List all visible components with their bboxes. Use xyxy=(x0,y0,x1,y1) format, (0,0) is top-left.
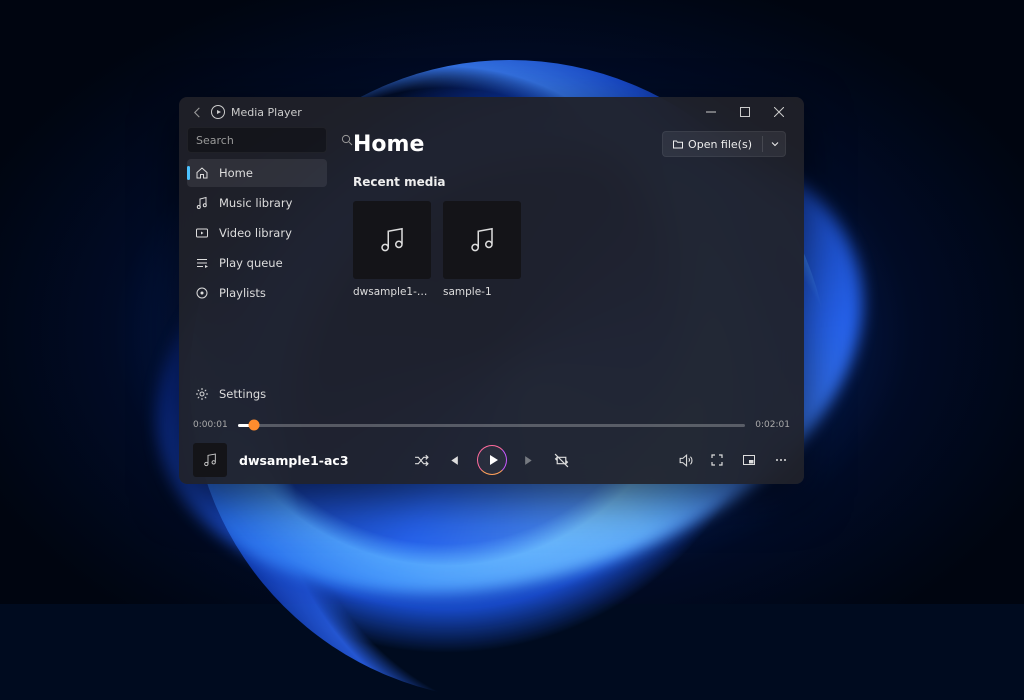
music-thumb-icon xyxy=(443,201,521,279)
nav-label: Playlists xyxy=(219,286,266,300)
folder-icon xyxy=(672,138,684,150)
next-button[interactable] xyxy=(521,451,539,469)
time-total: 0:02:01 xyxy=(755,420,790,430)
open-files-button[interactable]: Open file(s) xyxy=(662,131,786,157)
queue-icon xyxy=(195,256,209,270)
page-title: Home xyxy=(353,132,424,157)
titlebar: Media Player xyxy=(179,97,804,127)
open-files-label: Open file(s) xyxy=(688,138,752,151)
now-playing-title: dwsample1-ac3 xyxy=(239,453,349,468)
volume-button[interactable] xyxy=(676,451,694,469)
back-button[interactable] xyxy=(187,102,207,122)
nav-video-library[interactable]: Video library xyxy=(187,219,327,247)
recent-item[interactable]: dwsample1-ac3 xyxy=(353,201,431,298)
minimize-button[interactable] xyxy=(694,99,728,125)
nav-settings[interactable]: Settings xyxy=(187,380,327,408)
sidebar: Home Music library Video library Play qu… xyxy=(179,127,335,414)
previous-button[interactable] xyxy=(445,451,463,469)
search-input[interactable] xyxy=(196,134,341,147)
recent-item-label: dwsample1-ac3 xyxy=(353,286,431,298)
recent-media-heading: Recent media xyxy=(353,175,786,189)
nav-label: Video library xyxy=(219,226,292,240)
nav-play-queue[interactable]: Play queue xyxy=(187,249,327,277)
recent-media-list: dwsample1-ac3 sample-1 xyxy=(353,201,786,298)
nav-label: Play queue xyxy=(219,256,283,270)
player-controls: dwsample1-ac3 xyxy=(179,436,804,484)
nav-music-library[interactable]: Music library xyxy=(187,189,327,217)
seek-handle[interactable] xyxy=(248,420,259,431)
maximize-button[interactable] xyxy=(728,99,762,125)
recent-item-label: sample-1 xyxy=(443,286,521,298)
mini-player-button[interactable] xyxy=(740,451,758,469)
nav-label: Settings xyxy=(219,387,266,401)
gear-icon xyxy=(195,387,209,401)
app-icon xyxy=(211,105,225,119)
shuffle-button[interactable] xyxy=(413,451,431,469)
nav-home[interactable]: Home xyxy=(187,159,327,187)
repeat-button[interactable] xyxy=(553,451,571,469)
home-icon xyxy=(195,166,209,180)
nav-label: Music library xyxy=(219,196,292,210)
more-button[interactable] xyxy=(772,451,790,469)
media-player-window: Media Player Home Music library xyxy=(179,97,804,484)
play-button[interactable] xyxy=(477,445,507,475)
recent-item[interactable]: sample-1 xyxy=(443,201,521,298)
window-title: Media Player xyxy=(231,106,302,119)
nav-label: Home xyxy=(219,166,253,180)
search-box[interactable] xyxy=(187,127,327,153)
music-icon xyxy=(195,196,209,210)
close-button[interactable] xyxy=(762,99,796,125)
seek-bar: 0:00:01 0:02:01 xyxy=(179,414,804,436)
nav-playlists[interactable]: Playlists xyxy=(187,279,327,307)
main-content: Home Open file(s) Recent media dwsample1… xyxy=(335,127,804,414)
seek-track[interactable] xyxy=(238,424,746,427)
playlists-icon xyxy=(195,286,209,300)
time-elapsed: 0:00:01 xyxy=(193,420,228,430)
music-thumb-icon xyxy=(353,201,431,279)
fullscreen-button[interactable] xyxy=(708,451,726,469)
video-icon xyxy=(195,226,209,240)
now-playing-thumb[interactable] xyxy=(193,443,227,477)
chevron-down-icon[interactable] xyxy=(770,139,780,149)
